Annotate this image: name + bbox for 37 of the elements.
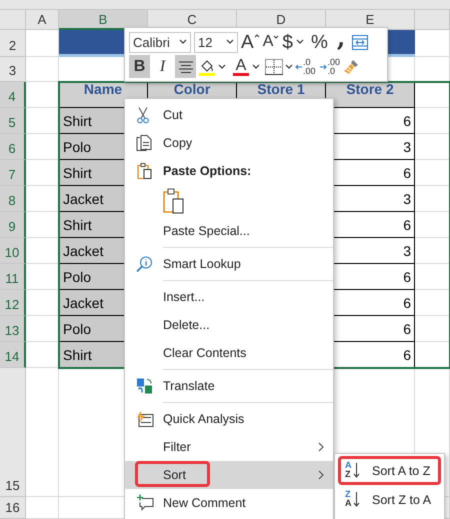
menu-item[interactable]: Quick Analysis	[125, 405, 333, 433]
menu-section-header: Paste Options:	[163, 164, 252, 178]
column-header[interactable]: E	[326, 10, 415, 30]
font-color-button[interactable]: A	[232, 58, 250, 76]
italic-button[interactable]: I	[152, 55, 173, 78]
menu-item[interactable]: Z A Sort Z to A	[335, 485, 444, 514]
decrease-decimal-button[interactable]: .00 .0	[320, 58, 340, 76]
row-header[interactable]: 2	[0, 30, 26, 57]
row-header[interactable]: 16	[0, 497, 26, 519]
row-header[interactable]: 7	[0, 160, 26, 186]
row-header[interactable]: 6	[0, 134, 26, 160]
menu-item[interactable]: New Comment	[125, 489, 333, 517]
row-header[interactable]: 12	[0, 290, 26, 316]
row-header[interactable]: 5	[0, 108, 26, 134]
row-header[interactable]: 10	[0, 238, 26, 264]
shrink-font-button[interactable]: A	[262, 34, 280, 50]
increase-decimal-button[interactable]: .0 .00	[295, 58, 316, 76]
row-header[interactable]: 9	[0, 212, 26, 238]
menu-item[interactable]: A Z Sort A to Z	[335, 456, 444, 485]
column-header[interactable]: A	[26, 10, 59, 30]
menu-item[interactable]: Sort	[125, 461, 333, 489]
bold-button[interactable]: B	[129, 55, 150, 78]
menu-item[interactable]: Translate	[125, 372, 333, 400]
menu-item[interactable]: Filter	[125, 433, 333, 461]
grow-font-button[interactable]: A	[241, 32, 260, 52]
row-header[interactable]: 13	[0, 316, 26, 342]
row-header[interactable]: 8	[0, 186, 26, 212]
font-size-dropdown[interactable]: 12	[194, 32, 238, 52]
row-header[interactable]: 14	[0, 342, 26, 368]
row-header[interactable]: 15	[0, 368, 26, 497]
row-header[interactable]: 3	[0, 57, 26, 82]
row-header[interactable]: 11	[0, 264, 26, 290]
column-header[interactable]: B	[59, 10, 148, 30]
row-header[interactable]: 4	[0, 82, 26, 108]
currency-button[interactable]: $	[282, 32, 293, 52]
font-name-dropdown[interactable]: Calibri	[129, 32, 191, 52]
percent-button[interactable]: %	[310, 32, 328, 52]
